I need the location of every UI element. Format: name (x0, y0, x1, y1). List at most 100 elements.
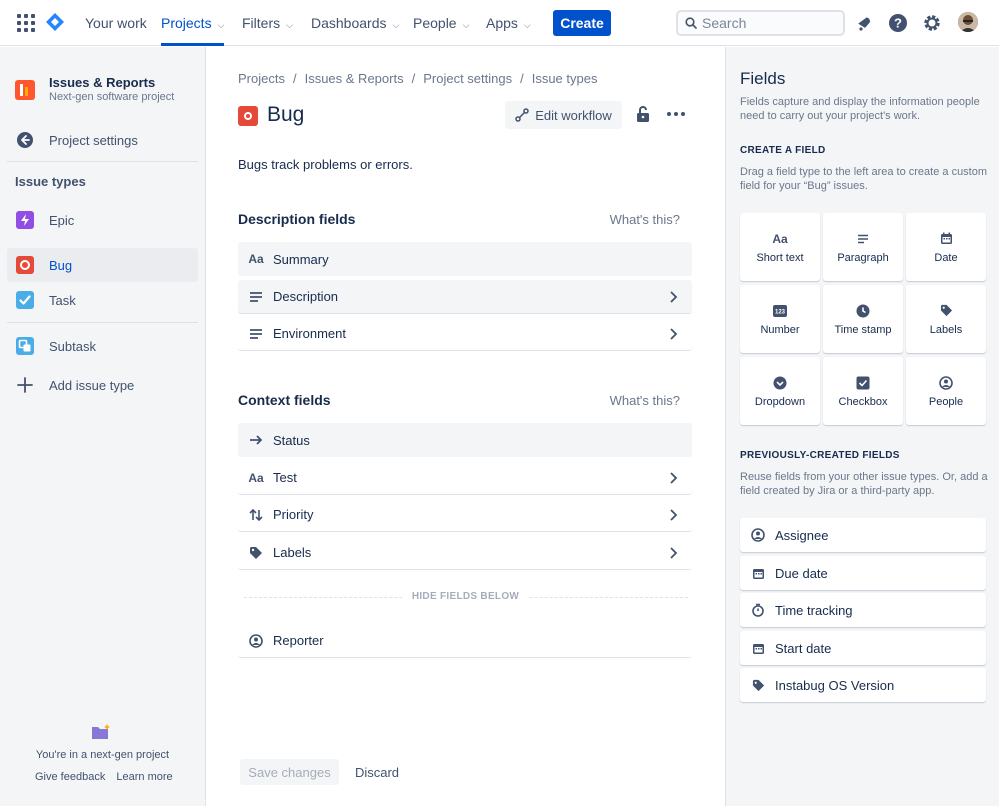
search-box[interactable] (676, 10, 845, 36)
edit-workflow-button[interactable]: Edit workflow (505, 101, 622, 129)
field-type-number[interactable]: 123 Number (740, 285, 820, 353)
sidebar-item-subtask[interactable]: Subtask (7, 329, 198, 363)
context-fields-title: Context fields (238, 392, 331, 408)
add-issue-type-button[interactable]: Add issue type (7, 368, 198, 402)
sidebar-item-epic[interactable]: Epic (7, 203, 198, 237)
short-text-icon: Aa (248, 470, 264, 485)
avatar-image (958, 12, 978, 32)
give-feedback-link[interactable]: Give feedback (35, 771, 105, 783)
more-actions-icon[interactable] (667, 105, 687, 123)
short-text-icon: Aa (772, 231, 788, 246)
chevron-down-icon: ⌵ (286, 20, 293, 30)
breadcrumb-projects[interactable]: Projects (238, 71, 285, 86)
nav-your-work[interactable]: Your work (85, 0, 147, 46)
field-type-paragraph[interactable]: Paragraph (823, 213, 903, 281)
prev-field-assignee[interactable]: Assignee (740, 518, 986, 552)
notifications-icon[interactable] (853, 12, 875, 34)
issue-type-description[interactable]: Bugs track problems or errors. (238, 157, 413, 172)
field-type-label: Dropdown (754, 395, 806, 408)
unlock-icon[interactable] (634, 105, 652, 123)
project-type: Next-gen software project (49, 91, 175, 103)
sidebar-item-bug[interactable]: Bug (7, 248, 198, 282)
create-field-heading: CREATE A FIELD (740, 145, 826, 156)
field-type-dropdown[interactable]: Dropdown (740, 357, 820, 425)
person-icon (939, 375, 953, 391)
save-changes-button[interactable]: Save changes (240, 759, 339, 785)
sidebar-item-project-settings[interactable]: Project settings (7, 123, 198, 157)
nav-apps-label: Apps (486, 15, 518, 31)
breadcrumb-separator: / (520, 71, 524, 86)
page-title[interactable]: Bug (267, 103, 304, 127)
learn-more-link[interactable]: Learn more (116, 771, 172, 783)
prev-field-start-date[interactable]: Start date (740, 631, 986, 665)
svg-text:123: 123 (775, 309, 786, 315)
field-row-test[interactable]: Aa Test (238, 461, 692, 495)
create-button[interactable]: Create (553, 10, 611, 36)
prev-field-time-tracking[interactable]: Time tracking (740, 593, 986, 627)
nav-filters[interactable]: Filters ⌵ (242, 0, 293, 46)
sidebar-item-label: Project settings (49, 132, 138, 148)
sidebar-item-task[interactable]: Task (7, 283, 198, 317)
nav-apps[interactable]: Apps ⌵ (486, 0, 531, 46)
breadcrumb-issue-types[interactable]: Issue types (532, 71, 598, 86)
settings-gear-icon[interactable] (921, 12, 943, 34)
field-type-time-stamp[interactable]: Time stamp (823, 285, 903, 353)
project-avatar-icon[interactable] (15, 80, 35, 100)
nav-projects-label: Projects (161, 15, 212, 31)
field-label: Status (273, 432, 310, 448)
field-type-label: Paragraph (837, 251, 889, 264)
sidebar-item-label: Task (49, 292, 76, 308)
label-icon (940, 303, 953, 319)
clock-icon (856, 303, 870, 319)
breadcrumb-project[interactable]: Issues & Reports (305, 71, 404, 86)
main-content: Projects / Issues & Reports / Project settin… (206, 47, 725, 806)
sidebar-divider (7, 322, 198, 323)
discard-button[interactable]: Discard (346, 759, 408, 785)
field-type-checkbox[interactable]: Checkbox (823, 357, 903, 425)
create-field-text: Drag a field type to the left area to cr… (740, 166, 988, 192)
field-label: Environment (273, 326, 346, 341)
svg-text:?: ? (894, 16, 902, 31)
help-icon[interactable]: ? (887, 12, 909, 34)
chevron-down-icon: ⌵ (523, 20, 531, 30)
field-row-description[interactable]: Description (238, 280, 692, 314)
whats-this-link[interactable]: What's this? (610, 393, 680, 408)
search-input[interactable] (702, 14, 840, 32)
field-row-reporter[interactable]: Reporter (238, 624, 692, 658)
field-type-short-text[interactable]: Aa Short text (740, 213, 820, 281)
field-type-labels[interactable]: Labels (906, 285, 986, 353)
breadcrumb-project-settings[interactable]: Project settings (423, 71, 512, 86)
bug-icon (238, 106, 258, 126)
jira-logo-icon[interactable] (46, 13, 64, 31)
prev-field-instabug-os-version[interactable]: Instabug OS Version (740, 668, 986, 702)
field-row-environment[interactable]: Environment (238, 317, 692, 351)
nav-people[interactable]: People ⌵ (413, 0, 469, 46)
field-type-date[interactable]: Date (906, 213, 986, 281)
field-row-labels[interactable]: Labels (238, 536, 692, 570)
prev-field-label: Instabug OS Version (775, 677, 895, 693)
add-issue-type-label: Add issue type (49, 377, 135, 393)
nav-filters-label: Filters (242, 15, 281, 31)
project-name[interactable]: Issues & Reports (49, 75, 155, 90)
user-avatar[interactable] (958, 12, 978, 32)
field-type-people[interactable]: People (906, 357, 986, 425)
nav-projects[interactable]: Projects ⌵ (161, 0, 224, 46)
sidebar-divider (7, 161, 198, 162)
search-icon (685, 17, 697, 29)
sidebar-item-label: Epic (49, 212, 75, 228)
app-switcher-icon[interactable] (17, 14, 35, 32)
fields-panel: Fields Fields capture and display the in… (725, 47, 999, 806)
prev-field-label: Time tracking (775, 602, 853, 618)
prev-field-due-date[interactable]: Due date (740, 556, 986, 590)
field-row-priority[interactable]: Priority (238, 498, 692, 532)
back-arrow-icon (15, 130, 35, 150)
nav-dashboards[interactable]: Dashboards ⌵ (311, 0, 399, 46)
field-type-label: Labels (929, 323, 963, 336)
nav-dashboards-label: Dashboards (311, 15, 387, 31)
project-sidebar: Issues & Reports Next-gen software proje… (0, 47, 206, 806)
plus-icon (15, 375, 35, 395)
field-type-label: People (928, 395, 964, 408)
workflow-icon (515, 108, 529, 122)
paragraph-icon (248, 289, 264, 305)
whats-this-link[interactable]: What's this? (610, 212, 680, 227)
